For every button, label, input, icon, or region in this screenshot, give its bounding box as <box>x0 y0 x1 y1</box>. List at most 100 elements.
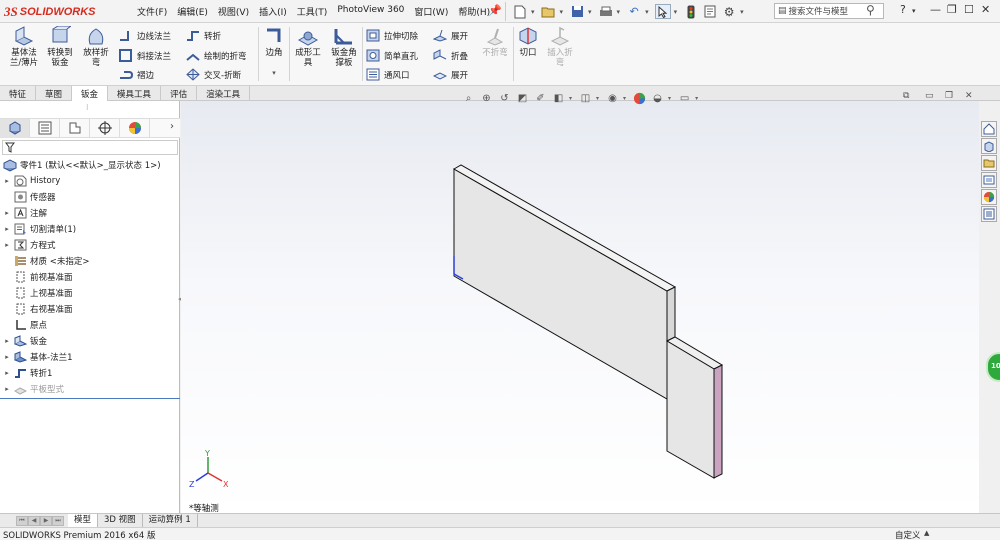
panel-grip-icon[interactable]: ⁝ <box>86 103 89 112</box>
unit-system-dropdown-icon[interactable]: ▲ <box>924 529 929 537</box>
extruded-cut-button[interactable]: 拉伸切除 <box>366 29 418 42</box>
zoom-to-area-icon[interactable]: ⊕ <box>479 91 494 106</box>
search-icon[interactable]: ⚲ <box>866 3 875 17</box>
cross-break-button[interactable]: 交叉-折断 <box>186 68 241 81</box>
insert-bends-button[interactable]: 插入折 弯 <box>543 26 577 68</box>
pin-menu-icon[interactable]: 📌 <box>488 4 502 17</box>
edit-appearance-icon[interactable] <box>632 91 647 106</box>
tree-item-base-flange1[interactable]: ▸ 基体-法兰1 <box>0 349 180 365</box>
corner-button[interactable]: 边角 ▾ <box>262 26 286 78</box>
last-tab-icon[interactable]: ⏭ <box>52 515 64 526</box>
file-explorer-icon[interactable] <box>981 155 997 171</box>
tab-model[interactable]: 模型 <box>68 514 99 527</box>
new-dropdown-icon[interactable]: ▾ <box>531 8 535 16</box>
select-pointer-icon[interactable] <box>654 4 671 19</box>
view-palette-icon[interactable] <box>981 172 997 188</box>
custom-properties-icon[interactable] <box>981 206 997 222</box>
sketched-bend-button[interactable]: 绘制的折弯 <box>186 49 247 62</box>
save-icon[interactable] <box>569 4 585 19</box>
menu-edit[interactable]: 编辑(E) <box>172 5 213 18</box>
tree-item-history[interactable]: ▸ History <box>0 173 180 189</box>
apply-scene-icon[interactable]: ◒ <box>650 91 665 106</box>
viewport-split-icon[interactable]: ⧉ <box>903 91 909 101</box>
rip-button[interactable]: 切口 <box>516 26 540 58</box>
expand-arrow-icon[interactable]: ▸ <box>0 353 14 361</box>
design-library-icon[interactable] <box>981 138 997 154</box>
help-dropdown-icon[interactable]: ▾ <box>912 7 916 15</box>
tree-item-material[interactable]: 材质 <未指定> <box>0 253 180 269</box>
undo-dropdown-icon[interactable]: ▾ <box>645 8 649 16</box>
corner-dropdown-icon[interactable]: ▾ <box>272 68 276 78</box>
rollback-bar[interactable] <box>0 398 180 399</box>
open-folder-icon[interactable] <box>541 4 557 19</box>
flatten-button[interactable]: 展开 <box>433 68 468 81</box>
fold-button[interactable]: 折叠 <box>433 49 468 62</box>
print-icon[interactable] <box>598 4 614 19</box>
tree-item-right-plane[interactable]: 右视基准面 <box>0 301 180 317</box>
expand-arrow-icon[interactable]: ▸ <box>0 177 14 185</box>
performance-indicator-button[interactable]: 10 <box>986 352 1000 382</box>
expand-arrow-icon[interactable]: ▸ <box>0 369 14 377</box>
help-button[interactable]: ? <box>900 3 906 16</box>
hide-show-dropdown-icon[interactable]: ▾ <box>623 95 626 102</box>
viewport-minimize-icon[interactable]: ▭ <box>925 91 934 101</box>
miter-flange-button[interactable]: 斜接法兰 <box>119 49 171 62</box>
displaymanager-tab-icon[interactable] <box>120 118 150 138</box>
vent-button[interactable]: 通风口 <box>366 68 410 81</box>
expand-arrow-icon[interactable]: ▸ <box>0 337 14 345</box>
view-settings-dropdown-icon[interactable]: ▾ <box>695 95 698 102</box>
menu-tools[interactable]: 工具(T) <box>292 5 333 18</box>
hem-button[interactable]: 褶边 <box>119 68 154 81</box>
jog-button[interactable]: 转折 <box>186 29 221 42</box>
search-scope-icon[interactable]: ▤ <box>778 6 787 16</box>
tree-item-jog1[interactable]: ▸ 转折1 <box>0 365 180 381</box>
expand-arrow-icon[interactable]: ▸ <box>0 209 14 217</box>
next-tab-icon[interactable]: ▶ <box>40 515 52 526</box>
solidworks-logo[interactable]: 3S SOLIDWORKS <box>4 3 112 20</box>
view-settings-icon[interactable]: ▭ <box>677 91 692 106</box>
view-orientation-icon[interactable]: ◧ <box>551 91 566 106</box>
display-style-dropdown-icon[interactable]: ▾ <box>596 95 599 102</box>
tab-3d-views[interactable]: 3D 视图 <box>98 514 143 527</box>
tree-filter-input[interactable] <box>2 140 178 155</box>
dynamic-annotation-icon[interactable]: ✐ <box>533 91 548 106</box>
first-tab-icon[interactable]: ⏮ <box>16 515 28 526</box>
file-properties-icon[interactable] <box>702 4 718 19</box>
unit-system-selector[interactable]: 自定义 <box>895 529 921 540</box>
view-orientation-dropdown-icon[interactable]: ▾ <box>569 95 572 102</box>
tab-render-tools[interactable]: 渲染工具 <box>197 86 251 101</box>
tree-item-cutlist[interactable]: ▸ 切割清单(1) <box>0 221 180 237</box>
tab-sketch[interactable]: 草图 <box>36 86 73 101</box>
panel-tabs-more-icon[interactable]: › <box>170 121 174 132</box>
tree-item-front-plane[interactable]: 前视基准面 <box>0 269 180 285</box>
home-icon[interactable] <box>981 121 997 137</box>
tab-features[interactable]: 特征 <box>0 86 37 101</box>
restore-icon[interactable]: ❐ <box>947 3 957 16</box>
tab-mold-tools[interactable]: 模具工具 <box>108 86 162 101</box>
options-dropdown-icon[interactable]: ▾ <box>740 8 744 16</box>
traffic-light-icon[interactable] <box>683 4 699 19</box>
tree-item-sheetmetal[interactable]: ▸ 钣金 <box>0 333 180 349</box>
sheetmetal-part-model[interactable]: Y X Z <box>181 101 979 513</box>
lofted-bend-button[interactable]: 放样折 弯 <box>79 26 113 68</box>
section-view-icon[interactable]: ◩ <box>515 91 530 106</box>
viewport-close-icon[interactable]: ✕ <box>965 91 973 101</box>
tree-item-sensors[interactable]: 传感器 <box>0 189 180 205</box>
tree-item-top-plane[interactable]: 上视基准面 <box>0 285 180 301</box>
tree-root-part[interactable]: 零件1 (默认<<默认>_显示状态 1>) <box>0 157 180 173</box>
hide-show-items-icon[interactable]: ◉ <box>605 91 620 106</box>
display-style-icon[interactable]: ◫ <box>578 91 593 106</box>
prev-tab-icon[interactable]: ◀ <box>28 515 40 526</box>
menu-view[interactable]: 视图(V) <box>213 5 254 18</box>
expand-arrow-icon[interactable]: ▸ <box>0 385 14 393</box>
featuremanager-tab-icon[interactable] <box>0 118 30 138</box>
dimxpert-tab-icon[interactable] <box>90 118 120 138</box>
convert-to-sheetmetal-button[interactable]: 转换到 钣金 <box>44 26 76 68</box>
previous-view-icon[interactable]: ↺ <box>497 91 512 106</box>
zoom-to-fit-icon[interactable]: ⌕ <box>461 91 476 106</box>
open-dropdown-icon[interactable]: ▾ <box>560 8 564 16</box>
tree-item-annotations[interactable]: ▸ 注解 <box>0 205 180 221</box>
expand-arrow-icon[interactable]: ▸ <box>0 241 14 249</box>
menu-insert[interactable]: 插入(I) <box>254 5 292 18</box>
tree-item-flat-pattern[interactable]: ▸ 平板型式 <box>0 381 180 397</box>
